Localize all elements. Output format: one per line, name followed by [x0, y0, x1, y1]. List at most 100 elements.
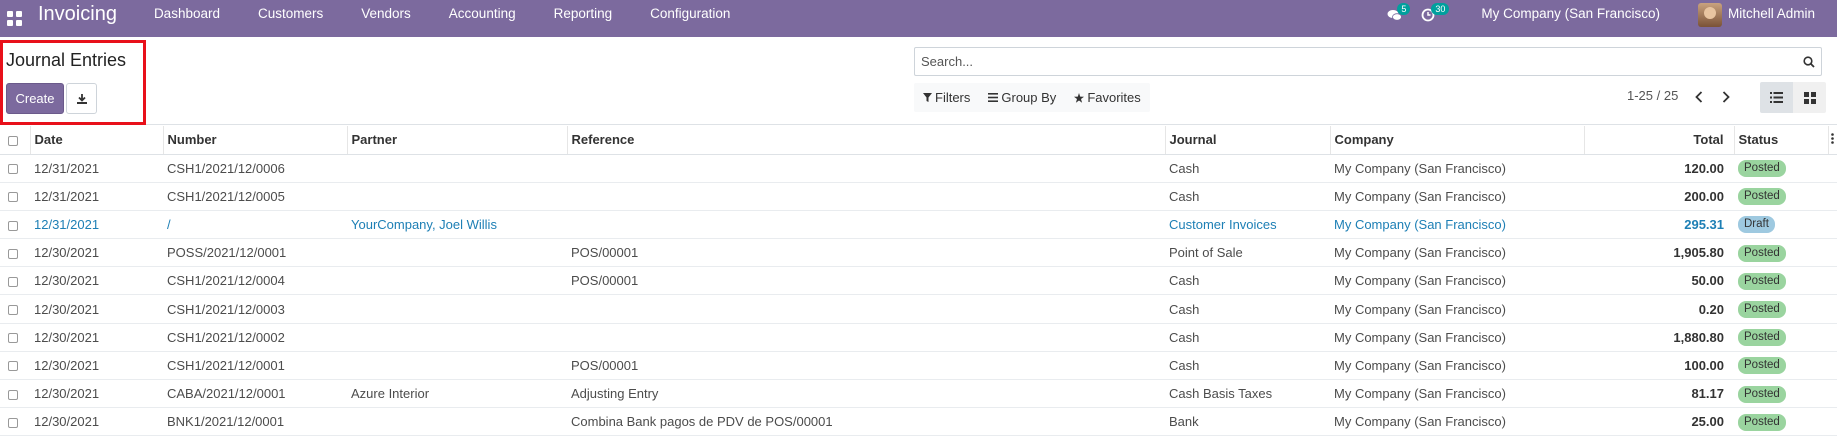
- cell-partner: [347, 351, 567, 381]
- chevron-left-icon: [1695, 91, 1703, 103]
- cell-spacer: [1828, 323, 1837, 352]
- company-switcher[interactable]: My Company (San Francisco): [1481, 0, 1660, 37]
- row-select-cell[interactable]: [0, 210, 30, 240]
- row-select-cell[interactable]: [0, 407, 30, 437]
- search-icon[interactable]: [1797, 48, 1821, 75]
- row-checkbox[interactable]: [8, 333, 18, 344]
- cell-journal: Point of Sale: [1165, 238, 1330, 268]
- cell-company: My Company (San Francisco): [1330, 182, 1584, 211]
- cell-partner: [347, 238, 567, 268]
- cell-date: 12/30/2021: [30, 351, 163, 381]
- top-navbar: Invoicing Dashboard Customers Vendors Accou…: [0, 0, 1837, 37]
- app-title[interactable]: Invoicing: [38, 3, 117, 26]
- table-row[interactable]: 12/30/2021 CABA/2021/12/0001 Azure Interio…: [0, 379, 1837, 409]
- cell-company: My Company (San Francisco): [1330, 238, 1584, 268]
- row-checkbox[interactable]: [8, 389, 18, 400]
- table-row[interactable]: 12/30/2021 POSS/2021/12/0001 POS/00001 Poin…: [0, 238, 1837, 268]
- cell-date: 12/30/2021: [30, 266, 163, 296]
- cell-reference: POS/00001: [567, 266, 1165, 296]
- optional-columns-toggle[interactable]: [1827, 126, 1837, 155]
- row-select-cell[interactable]: [0, 238, 30, 268]
- table-row[interactable]: 12/30/2021 CSH1/2021/12/0004 POS/00001 Cash…: [0, 266, 1837, 296]
- filters-button[interactable]: Filters: [914, 83, 979, 112]
- cell-spacer: [1828, 266, 1837, 296]
- column-header-partner[interactable]: Partner: [346, 126, 567, 155]
- pager-next-button[interactable]: [1715, 86, 1737, 108]
- user-menu[interactable]: Mitchell Admin: [1728, 0, 1815, 37]
- cell-status: Posted: [1734, 238, 1828, 268]
- favorites-button[interactable]: Favorites: [1065, 83, 1149, 112]
- column-header-number[interactable]: Number: [162, 126, 347, 155]
- export-button[interactable]: [66, 83, 97, 114]
- row-select-cell[interactable]: [0, 379, 30, 409]
- menu-item-accounting[interactable]: Accounting: [430, 0, 535, 37]
- status-badge: Posted: [1738, 188, 1786, 206]
- row-checkbox[interactable]: [8, 417, 18, 428]
- row-checkbox[interactable]: [8, 276, 18, 287]
- column-header-journal[interactable]: Journal: [1164, 126, 1330, 155]
- select-all-checkbox[interactable]: [8, 135, 18, 146]
- table-row[interactable]: 12/31/2021 CSH1/2021/12/0005 Cash My Compan…: [0, 182, 1837, 211]
- status-badge: Posted: [1738, 272, 1786, 290]
- cell-partner: [347, 154, 567, 183]
- column-header-reference[interactable]: Reference: [566, 126, 1165, 155]
- cell-number: CSH1/2021/12/0006: [163, 154, 347, 183]
- cell-journal: Bank: [1165, 407, 1330, 437]
- cell-partner: [347, 323, 567, 352]
- table-row[interactable]: 12/31/2021 CSH1/2021/12/0006 Cash My Compan…: [0, 154, 1837, 183]
- row-checkbox[interactable]: [8, 192, 18, 203]
- column-header-total[interactable]: Total: [1583, 126, 1734, 155]
- table-row[interactable]: 12/30/2021 CSH1/2021/12/0002 Cash My Compan…: [0, 323, 1837, 352]
- cell-partner: YourCompany, Joel Willis: [347, 210, 567, 240]
- page-title: Journal Entries: [6, 50, 127, 70]
- cell-status: Posted: [1734, 154, 1828, 183]
- column-header-company[interactable]: Company: [1329, 126, 1584, 155]
- row-select-cell[interactable]: [0, 294, 30, 324]
- cell-total: 81.17: [1584, 379, 1734, 409]
- activities-button[interactable]: 30: [1411, 0, 1450, 37]
- group-by-button[interactable]: Group By: [979, 83, 1065, 112]
- cell-total: 25.00: [1584, 407, 1734, 437]
- table-row[interactable]: 12/30/2021 BNK1/2021/12/0001 Combina Bank …: [0, 407, 1837, 437]
- row-select-cell[interactable]: [0, 266, 30, 296]
- menu-item-dashboard[interactable]: Dashboard: [135, 0, 239, 37]
- user-avatar[interactable]: [1697, 3, 1722, 27]
- menu-item-configuration[interactable]: Configuration: [631, 0, 749, 37]
- menu-item-reporting[interactable]: Reporting: [535, 0, 632, 37]
- cell-spacer: [1828, 182, 1837, 211]
- cell-status: Posted: [1734, 379, 1828, 409]
- pager-previous-button[interactable]: [1688, 86, 1710, 108]
- cell-company: My Company (San Francisco): [1330, 294, 1584, 324]
- search-input[interactable]: [915, 48, 1797, 75]
- kanban-view-button[interactable]: [1793, 82, 1826, 113]
- row-select-cell[interactable]: [0, 351, 30, 381]
- cell-reference: [567, 210, 1165, 240]
- column-header-status[interactable]: Status: [1733, 126, 1828, 155]
- pager-value[interactable]: 1-25 / 25: [1627, 88, 1678, 103]
- status-badge: Posted: [1738, 329, 1786, 347]
- status-badge: Posted: [1738, 413, 1786, 431]
- cell-partner: [347, 266, 567, 296]
- row-checkbox[interactable]: [8, 361, 18, 372]
- row-select-cell[interactable]: [0, 154, 30, 183]
- row-checkbox[interactable]: [8, 220, 18, 231]
- messages-button[interactable]: 5: [1377, 0, 1411, 37]
- cell-date: 12/30/2021: [30, 323, 163, 352]
- row-select-cell[interactable]: [0, 323, 30, 352]
- menu-item-vendors[interactable]: Vendors: [342, 0, 430, 37]
- create-button[interactable]: Create: [6, 83, 64, 114]
- menu-item-customers[interactable]: Customers: [239, 0, 342, 37]
- row-checkbox[interactable]: [8, 164, 18, 175]
- table-row[interactable]: 12/30/2021 CSH1/2021/12/0001 POS/00001 Cash…: [0, 351, 1837, 381]
- row-checkbox[interactable]: [8, 248, 18, 259]
- table-row[interactable]: 12/31/2021/YourCompany, Joel Willis Custo…: [0, 210, 1837, 240]
- filter-icon: [923, 93, 932, 102]
- row-checkbox[interactable]: [8, 305, 18, 316]
- cell-partner: [347, 182, 567, 211]
- table-row[interactable]: 12/30/2021 CSH1/2021/12/0003 Cash My Compan…: [0, 294, 1837, 324]
- column-header-date[interactable]: Date: [29, 126, 163, 155]
- list-view-button[interactable]: [1760, 82, 1793, 113]
- select-all-header[interactable]: [0, 126, 30, 155]
- apps-menu-icon[interactable]: [7, 11, 22, 26]
- row-select-cell[interactable]: [0, 182, 30, 211]
